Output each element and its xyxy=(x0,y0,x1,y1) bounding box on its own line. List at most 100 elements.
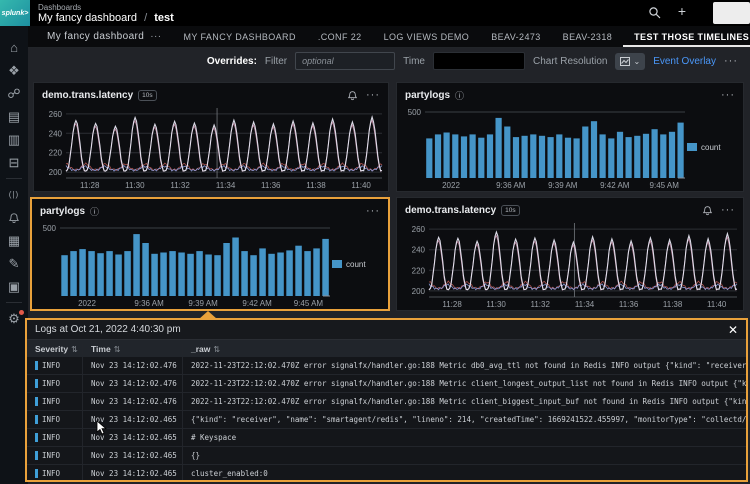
svg-text:11:36: 11:36 xyxy=(619,300,639,309)
resolution-icon xyxy=(620,57,630,66)
severity-indicator xyxy=(35,397,38,406)
chart-more-icon[interactable]: ··· xyxy=(721,204,735,216)
event-overlay-button[interactable]: Event Overlay xyxy=(653,56,716,67)
home-icon[interactable]: ⌂ xyxy=(0,36,28,59)
tab-overflow-icon[interactable]: ··· xyxy=(150,31,161,42)
svg-text:9:39 AM: 9:39 AM xyxy=(548,181,578,190)
tab-my-fancy-dashboard[interactable]: MY FANCY DASHBOARD xyxy=(172,26,306,47)
log-observer-icon[interactable]: ▤ xyxy=(0,105,28,128)
severity-indicator xyxy=(35,361,38,370)
overrides-more-icon[interactable]: ··· xyxy=(724,55,738,67)
dashboard-title[interactable]: test xyxy=(154,12,174,24)
chart-more-icon[interactable]: ··· xyxy=(721,89,735,101)
alert-bell-icon[interactable] xyxy=(702,205,713,216)
chart-legend[interactable]: count xyxy=(332,219,388,309)
chart-card-latency-2[interactable]: demo.trans.latency 10s ··· 2002202402601… xyxy=(396,197,744,311)
time-cell: Nov 23 14:12:02.465 xyxy=(82,465,182,480)
alerts-icon[interactable] xyxy=(0,206,28,229)
overrides-label: Overrides: xyxy=(207,56,257,67)
log-row[interactable]: INFONov 23 14:12:02.465cluster_enabled:0 xyxy=(27,465,746,480)
column-raw[interactable]: _raw⇅ xyxy=(182,344,746,354)
splunk-logo[interactable]: splunk> xyxy=(0,0,30,26)
time-label: Time xyxy=(403,56,425,67)
latency-line-chart[interactable]: 20022024026011:2811:3011:3211:3411:3611:… xyxy=(397,218,743,310)
severity-cell: INFO xyxy=(27,429,82,446)
mouse-cursor xyxy=(96,420,108,436)
page-title: My fancy dashboard / test xyxy=(38,12,174,24)
severity-cell: INFO xyxy=(27,447,82,464)
log-row[interactable]: INFONov 23 14:12:02.465{} xyxy=(27,447,746,465)
chart-canvas: 20022024026011:2811:3011:3211:3411:3611:… xyxy=(34,103,388,191)
severity-indicator xyxy=(35,469,38,478)
filter-label: Filter xyxy=(265,56,287,67)
tab-log-views-demo[interactable]: LOG VIEWS DEMO xyxy=(373,26,481,47)
title-separator: / xyxy=(144,12,147,24)
log-row[interactable]: INFONov 23 14:12:02.465# Keyspace xyxy=(27,429,746,447)
chart-header: partylogs ⓘ ··· xyxy=(397,83,743,103)
profile-box[interactable] xyxy=(713,2,750,24)
column-severity[interactable]: Severity⇅ xyxy=(27,344,82,354)
latency-line-chart[interactable]: 20022024026011:2811:3011:3211:3411:3611:… xyxy=(34,103,388,191)
incidents-icon[interactable]: (|) xyxy=(0,183,28,206)
chart-legend[interactable]: count xyxy=(687,103,743,191)
dashboard-tabs: My fancy dashboard···MY FANCY DASHBOARD.… xyxy=(28,26,750,48)
info-icon[interactable]: ⓘ xyxy=(90,205,99,218)
chart-more-icon[interactable]: ··· xyxy=(366,89,380,101)
info-icon[interactable]: ⓘ xyxy=(455,89,464,102)
severity-cell: INFO xyxy=(27,375,82,392)
log-row[interactable]: INFONov 23 14:12:02.4762022-11-23T22:12:… xyxy=(27,393,746,411)
infrastructure-icon[interactable]: ☍ xyxy=(0,82,28,105)
chart-resolution-dropdown[interactable]: ⌄ xyxy=(615,53,645,70)
log-row[interactable]: INFONov 23 14:12:02.4762022-11-23T22:12:… xyxy=(27,357,746,375)
filter-input[interactable] xyxy=(295,52,395,70)
logs-callout-arrow xyxy=(199,311,217,319)
svg-text:220: 220 xyxy=(412,266,426,275)
apm-icon[interactable]: ❖ xyxy=(0,59,28,82)
breadcrumb[interactable]: Dashboards xyxy=(38,3,81,12)
chart-canvas: 50020229:36 AM9:39 AM9:42 AM9:45 AM xyxy=(397,103,687,191)
add-icon[interactable]: + xyxy=(678,3,686,19)
partylogs-bar-chart-selected[interactable]: 50020229:36 AM9:39 AM9:42 AM9:45 AM xyxy=(32,219,332,309)
alert-bell-icon[interactable] xyxy=(347,90,358,101)
chart-card-partylogs-1[interactable]: partylogs ⓘ ··· 50020229:36 AM9:39 AM9:4… xyxy=(396,82,744,192)
resolution-badge: 10s xyxy=(138,90,156,101)
data-icon[interactable]: ▣ xyxy=(0,275,28,298)
chart-title: partylogs xyxy=(40,206,85,217)
settings-icon[interactable]: ⚙ xyxy=(0,307,28,330)
dashboard-group-title[interactable]: My fancy dashboard xyxy=(38,12,137,24)
logs-panel: Logs at Oct 21, 2022 4:40:30 pm ✕ Severi… xyxy=(25,318,748,482)
chart-canvas: 20022024026011:2811:3011:3211:3411:3611:… xyxy=(397,218,743,310)
close-icon[interactable]: ✕ xyxy=(728,323,738,337)
svg-text:500: 500 xyxy=(43,224,57,233)
tab-beav-2473[interactable]: BEAV-2473 xyxy=(480,26,551,47)
chart-more-icon[interactable]: ··· xyxy=(366,205,380,217)
tab--conf-22[interactable]: .CONF 22 xyxy=(307,26,373,47)
search-icon[interactable] xyxy=(648,6,662,20)
time-input[interactable] xyxy=(433,52,525,70)
rum-icon[interactable]: ⊟ xyxy=(0,151,28,174)
annotate-icon[interactable]: ✎ xyxy=(0,252,28,275)
dashboards-icon[interactable]: ▥ xyxy=(0,128,28,151)
tab-my-fancy-dashboard[interactable]: My fancy dashboard··· xyxy=(36,26,172,47)
column-time[interactable]: Time⇅ xyxy=(82,344,182,354)
severity-cell: INFO xyxy=(27,357,82,374)
tab-test-those-timelines[interactable]: TEST THOSE TIMELINES xyxy=(623,26,750,47)
log-row[interactable]: INFONov 23 14:12:02.465{"kind": "receive… xyxy=(27,411,746,429)
partylogs-bar-chart[interactable]: 50020229:36 AM9:39 AM9:42 AM9:45 AM xyxy=(397,103,687,191)
svg-text:11:36: 11:36 xyxy=(261,181,281,190)
logs-rows: INFONov 23 14:12:02.4762022-11-23T22:12:… xyxy=(27,357,746,480)
tab-beav-2318[interactable]: BEAV-2318 xyxy=(552,26,623,47)
chart-card-partylogs-selected[interactable]: partylogs ⓘ ··· 50020229:36 AM9:39 AM9:4… xyxy=(30,197,390,311)
chart-header: demo.trans.latency 10s ··· xyxy=(397,198,743,218)
sort-icon: ⇅ xyxy=(213,345,220,354)
log-row[interactable]: INFONov 23 14:12:02.4762022-11-23T22:12:… xyxy=(27,375,746,393)
legend-swatch xyxy=(687,143,697,151)
time-cell: Nov 23 14:12:02.465 xyxy=(82,447,182,464)
svg-text:9:39 AM: 9:39 AM xyxy=(188,299,218,308)
metrics-icon[interactable]: ▦ xyxy=(0,229,28,252)
svg-text:9:42 AM: 9:42 AM xyxy=(600,181,630,190)
chart-title: demo.trans.latency xyxy=(42,90,133,101)
chart-header: demo.trans.latency 10s ··· xyxy=(34,83,388,103)
sidebar-divider xyxy=(6,302,22,303)
chart-card-latency-1[interactable]: demo.trans.latency 10s ··· 2002202402601… xyxy=(33,82,389,192)
